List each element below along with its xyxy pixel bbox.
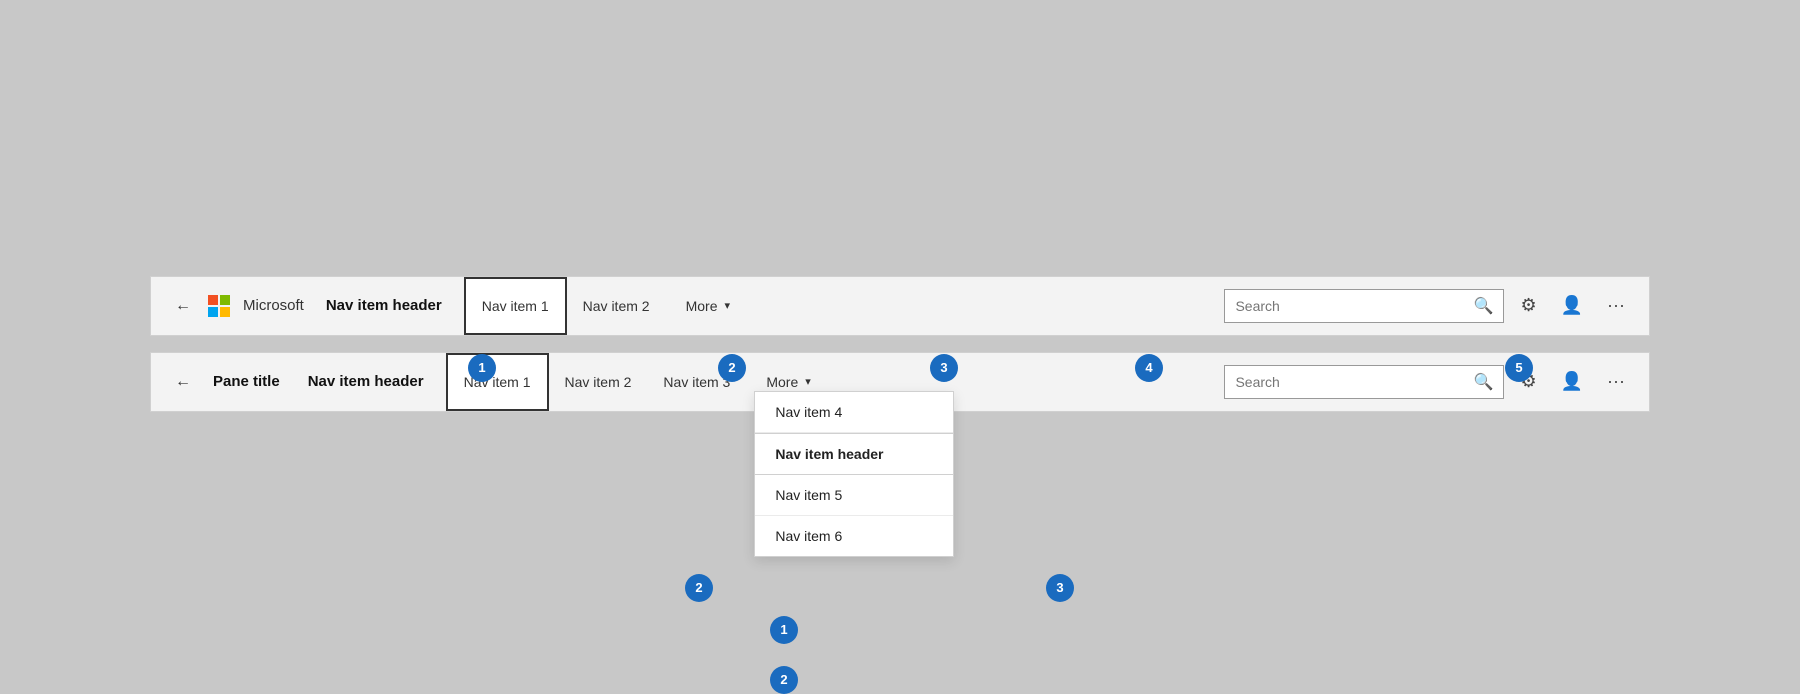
back-arrow-icon-2: ← — [175, 373, 191, 391]
ellipsis-icon-2: ··· — [1607, 371, 1625, 392]
search-input-1[interactable] — [1235, 298, 1467, 314]
badge-1-4: 4 — [1135, 354, 1163, 382]
nav-tab-1-1[interactable]: Nav item 1 — [464, 277, 567, 335]
user-icon-1: 👤 — [1561, 295, 1583, 316]
user-button-2[interactable]: 👤 — [1553, 367, 1591, 396]
search-area-1: 🔍 ⚙ 👤 ··· — [1224, 289, 1633, 323]
search-icon-1: 🔍 — [1474, 296, 1494, 316]
dropdown-item-header: Nav item header — [755, 433, 953, 475]
dropdown-item-nav5[interactable]: Nav item 5 — [755, 475, 953, 516]
nav-item-header-1: Nav item header — [320, 297, 448, 314]
back-arrow-icon: ← — [175, 297, 191, 315]
navbar-2: ← Pane title Nav item header Nav item 1 … — [150, 352, 1650, 412]
more-container-2: More ▾ Nav item 4 Nav item header Nav it… — [754, 374, 822, 390]
more-label-2: More — [766, 374, 798, 390]
search-box-2[interactable]: 🔍 — [1224, 365, 1504, 399]
ellipsis-button-2[interactable]: ··· — [1599, 367, 1633, 396]
nav-item-header-2: Nav item header — [302, 373, 430, 390]
ellipsis-icon-1: ··· — [1607, 295, 1625, 316]
dropdown-item-nav6[interactable]: Nav item 6 — [755, 516, 953, 556]
back-button-2[interactable]: ← — [167, 369, 199, 395]
ellipsis-button-1[interactable]: ··· — [1599, 291, 1633, 320]
badge-2-1: 1 — [770, 616, 798, 644]
more-dropdown: Nav item 4 Nav item header Nav item 5 Na… — [754, 391, 954, 557]
badge-1-3: 3 — [930, 354, 958, 382]
dropdown-item-nav4[interactable]: Nav item 4 — [755, 392, 953, 433]
more-label-1: More — [686, 298, 718, 314]
badge-2-3: 3 — [1046, 574, 1074, 602]
nav-tabs-1: Nav item 1 Nav item 2 — [464, 277, 666, 335]
badge-1-1: 1 — [468, 354, 496, 382]
search-box-1[interactable]: 🔍 — [1224, 289, 1504, 323]
more-button-2[interactable]: More ▾ — [754, 374, 822, 390]
navbar-1: ← Microsoft Nav item header Nav item 1 N… — [150, 276, 1650, 336]
search-icon-2: 🔍 — [1474, 372, 1494, 392]
back-button-1[interactable]: ← — [167, 293, 199, 319]
pane-title: Pane title — [207, 373, 286, 390]
search-area-2: 🔍 ⚙ 👤 ··· — [1224, 365, 1633, 399]
badge-2-2b: 2 — [770, 666, 798, 694]
user-button-1[interactable]: 👤 — [1553, 291, 1591, 320]
more-button-1[interactable]: More ▾ — [674, 277, 742, 335]
nav-tab-1-2[interactable]: Nav item 2 — [567, 277, 666, 335]
microsoft-logo — [207, 294, 231, 318]
search-input-2[interactable] — [1235, 374, 1467, 390]
nav-tab-2-2[interactable]: Nav item 2 — [549, 353, 648, 411]
nav-tab-2-1[interactable]: Nav item 1 — [446, 353, 549, 411]
chevron-down-icon-1: ▾ — [724, 299, 730, 312]
chevron-down-icon-2: ▾ — [805, 375, 811, 388]
badge-1-5: 5 — [1505, 354, 1533, 382]
badge-2-2a: 2 — [685, 574, 713, 602]
gear-button-1[interactable]: ⚙ — [1512, 291, 1544, 320]
brand-name: Microsoft — [243, 297, 304, 314]
badge-1-2: 2 — [718, 354, 746, 382]
user-icon-2: 👤 — [1561, 371, 1583, 392]
gear-icon-1: ⚙ — [1520, 295, 1536, 316]
